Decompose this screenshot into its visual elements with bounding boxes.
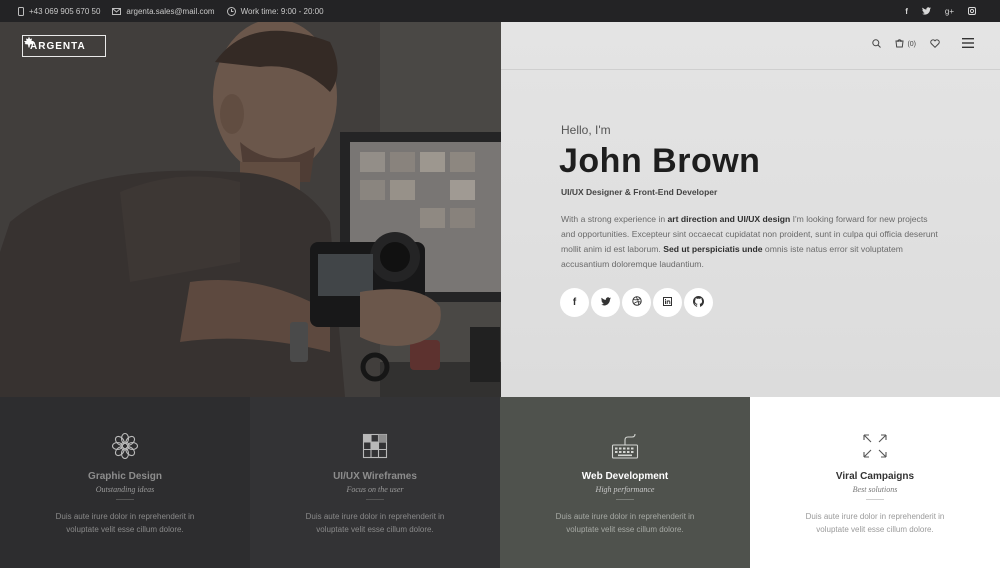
hours-info: Work time: 9:00 - 20:00 [226, 6, 324, 16]
services-section: Graphic Design Outstanding ideas Duis au… [0, 397, 1000, 568]
twitter-icon[interactable] [921, 7, 931, 15]
service-divider [366, 499, 384, 500]
expand-arrows-icon [860, 432, 890, 460]
mail-icon [112, 7, 122, 15]
intro-panel: (0) Hello, I'm John Brown UI/UX Designer… [501, 22, 1000, 397]
logo-text: ARGENTA [30, 40, 86, 52]
facebook-button[interactable]: f [560, 288, 589, 317]
email-info[interactable]: argenta.sales@mail.com [112, 7, 215, 16]
logo[interactable]: ARGENTA [22, 35, 106, 57]
service-divider [616, 499, 634, 500]
bio-highlight: art direction and UI/UX design [667, 214, 791, 224]
facebook-icon: f [572, 297, 577, 308]
service-card-graphic-design[interactable]: Graphic Design Outstanding ideas Duis au… [0, 397, 250, 568]
service-description: Duis aute irure dolor in reprehenderit i… [805, 512, 945, 534]
service-divider [866, 499, 884, 500]
linkedin-icon [663, 296, 672, 309]
search-icon[interactable] [872, 38, 882, 50]
instagram-icon[interactable] [968, 7, 976, 15]
bio-text: With a strong experience in [561, 214, 668, 224]
hero-name: John Brown [559, 142, 761, 180]
clock-icon [226, 6, 236, 16]
hero-social-buttons: f [560, 288, 713, 317]
dribbble-button[interactable] [622, 288, 651, 317]
service-subtitle: Focus on the user [346, 485, 404, 494]
service-subtitle: Outstanding ideas [95, 485, 155, 494]
service-divider [116, 499, 134, 500]
flower-icon [110, 432, 140, 460]
phone-info: +43 069 905 670 50 [18, 6, 101, 16]
cart-button[interactable]: (0) [895, 38, 916, 50]
service-description: Duis aute irure dolor in reprehenderit i… [55, 512, 195, 534]
cart-count: (0) [907, 40, 916, 48]
service-title: Web Development [581, 471, 669, 482]
heart-icon[interactable] [930, 38, 940, 50]
phone-text: +43 069 905 670 50 [29, 6, 101, 16]
hero-photo: ARGENTA [0, 22, 501, 397]
service-title: Graphic Design [88, 471, 162, 482]
hero-bio: With a strong experience in art directio… [561, 212, 941, 272]
service-subtitle: High performance [595, 485, 655, 494]
service-title: UI/UX Wireframes [333, 471, 417, 482]
service-card-wireframes[interactable]: UI/UX Wireframes Focus on the user Duis … [250, 397, 500, 568]
linkedin-button[interactable] [653, 288, 682, 317]
grid-layout-icon [360, 432, 390, 460]
top-social-links: f g+ [905, 0, 976, 22]
photographer-illustration [0, 22, 501, 397]
twitter-button[interactable] [591, 288, 620, 317]
header-actions: (0) [872, 38, 974, 50]
greeting: Hello, I'm [561, 123, 611, 137]
contact-info: +43 069 905 670 50 argenta.sales@mail.co… [18, 6, 324, 16]
dribbble-icon [631, 296, 642, 309]
service-description: Duis aute irure dolor in reprehenderit i… [305, 512, 445, 534]
header-divider [501, 69, 1000, 70]
github-icon [693, 295, 704, 310]
google-plus-icon[interactable]: g+ [945, 7, 954, 16]
cart-icon [895, 38, 904, 50]
email-text[interactable]: argenta.sales@mail.com [126, 7, 214, 16]
menu-icon[interactable] [962, 38, 974, 50]
service-title: Viral Campaigns [835, 471, 915, 482]
phone-icon [18, 6, 24, 16]
twitter-icon [600, 296, 611, 309]
service-card-viral-campaigns[interactable]: Viral Campaigns Best solutions Duis aute… [750, 397, 1000, 568]
facebook-icon[interactable]: f [905, 7, 908, 16]
bio-highlight: Sed ut perspiciatis unde [663, 244, 763, 254]
service-description: Duis aute irure dolor in reprehenderit i… [555, 512, 695, 534]
hero-role: UI/UX Designer & Front-End Developer [561, 187, 718, 197]
service-card-web-development[interactable]: Web Development High performance Duis au… [500, 397, 750, 568]
github-button[interactable] [684, 288, 713, 317]
keyboard-icon [610, 432, 640, 460]
hours-text: Work time: 9:00 - 20:00 [240, 6, 324, 16]
service-subtitle: Best solutions [852, 485, 898, 494]
top-bar: +43 069 905 670 50 argenta.sales@mail.co… [0, 0, 1000, 22]
hero-section: ARGENTA (0) Hello, I'm John Brown UI/UX … [0, 22, 1000, 397]
